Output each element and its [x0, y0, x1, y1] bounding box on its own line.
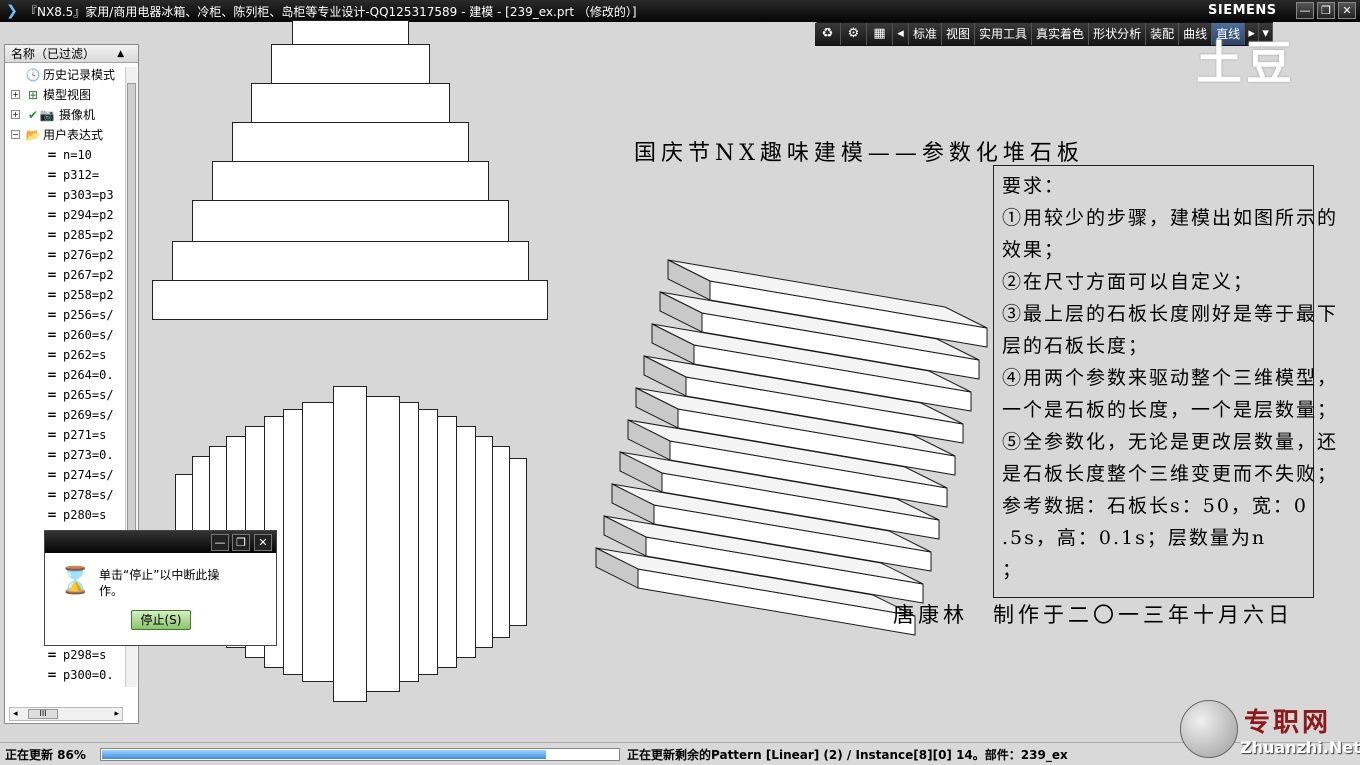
requirement-line: ②在尺寸方面可以自定义； [1002, 271, 1255, 293]
requirement-line: 一个是石板的长度，一个是层数量； [1002, 399, 1339, 421]
dialog-title-bar: — ❐ ✕ [45, 531, 276, 553]
progress-fill [102, 750, 546, 759]
requirement-line: .5s，高：0.1s；层数量为n [1002, 527, 1267, 549]
isometric-slab-stack [595, 259, 988, 636]
dialog-message: 单击“停止”以中断此操作。 [99, 568, 220, 598]
requirement-line: 参考数据：石板长s：50，宽：0 [1002, 495, 1309, 517]
requirement-line: ③最上层的石板长度刚好是等于最下 [1002, 303, 1339, 325]
hourglass-icon: ⌛ [59, 566, 92, 596]
status-update-percent: 正在更新 86% [5, 748, 86, 762]
requirements-box: 要求： ①用较少的步骤，建模出如图所示的 效果； ②在尺寸方面可以自定义； ③最上层的石… [993, 165, 1339, 598]
requirement-line: ④用两个参数来驱动整个三维模型， [1002, 367, 1339, 389]
zhuanzhi-globe-logo [1180, 700, 1238, 758]
requirement-line: ⑤全参数化，无论是更改层数量，还 [1002, 431, 1339, 453]
drawing-title: 国庆节NX趣味建模——参数化堆石板 [634, 141, 1084, 166]
zhuanzhi-watermark-en: Zhuanzhi.Net [1240, 738, 1360, 757]
dialog-minimize-button[interactable]: — [211, 534, 229, 551]
requirement-line: ； [1002, 559, 1024, 581]
dialog-maximize-button[interactable]: ❐ [232, 534, 250, 551]
requirement-line: 要求： [1002, 175, 1066, 197]
update-progress-bar [100, 748, 620, 761]
requirement-line: ①用较少的步骤，建模出如图所示的 [1002, 207, 1339, 229]
requirement-line: 是石板长度整个三维变更而不失败； [1002, 463, 1339, 485]
dialog-close-button[interactable]: ✕ [254, 534, 272, 551]
progress-dialog: — ❐ ✕ ⌛ 单击“停止”以中断此操作。 停止(S) [44, 530, 277, 646]
status-bar: 正在更新 86% 正在更新剩余的Pattern [Linear] (2) / I… [0, 742, 1360, 765]
requirement-line: 效果； [1002, 239, 1066, 261]
zhuanzhi-watermark-cn: 专职网 [1244, 708, 1332, 738]
stop-button[interactable]: 停止(S) [131, 610, 191, 630]
author-credit: 唐康林 制作于二〇一三年十月六日 [893, 603, 1293, 627]
status-message: 正在更新剩余的Pattern [Linear] (2) / Instance[8… [627, 748, 1068, 762]
requirement-line: 层的石板长度； [1002, 335, 1150, 357]
